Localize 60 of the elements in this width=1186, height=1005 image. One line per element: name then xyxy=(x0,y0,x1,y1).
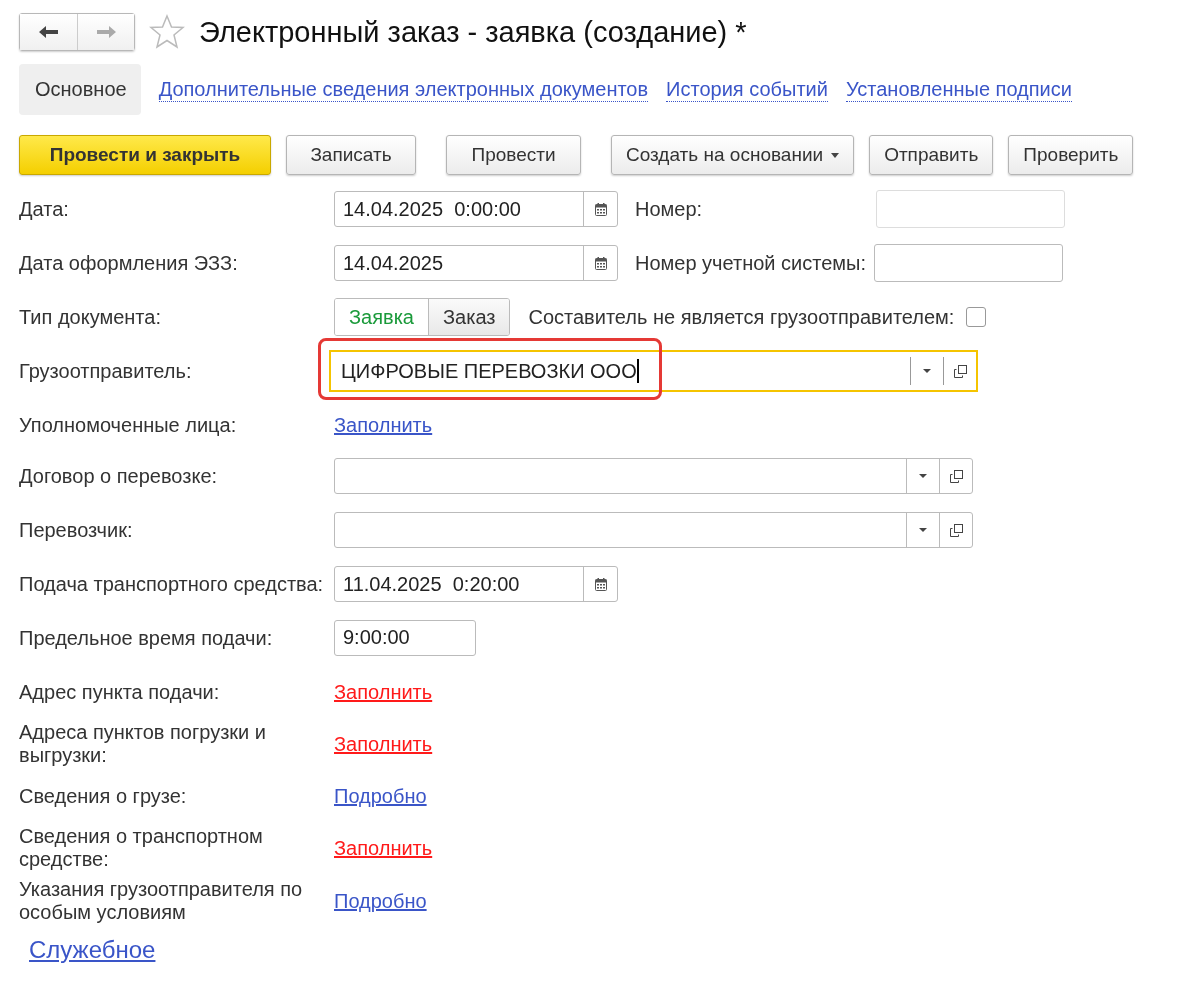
dropdown-caret-icon[interactable] xyxy=(919,474,927,478)
checkbox-label: Составитель не является грузоотправителем: xyxy=(528,305,955,329)
input-field[interactable] xyxy=(334,512,973,548)
text-cursor xyxy=(636,359,639,383)
toolbar-button[interactable]: Записать xyxy=(286,135,416,175)
field-label: Тип документа: xyxy=(19,305,162,329)
link[interactable]: Заполнить xyxy=(334,413,433,437)
input-field[interactable]: ЦИФРОВЫЕ ПЕРЕВОЗКИ ООО xyxy=(329,350,978,392)
open-window-icon[interactable] xyxy=(949,523,963,537)
link[interactable]: Служебное xyxy=(29,936,156,964)
tab[interactable]: История событий xyxy=(666,77,828,102)
dropdown-caret-icon[interactable] xyxy=(923,369,931,373)
link[interactable]: Заполнить xyxy=(334,680,433,704)
date-field[interactable]: 14.04.2025 xyxy=(334,245,618,281)
link[interactable]: Заполнить xyxy=(334,732,433,756)
field-label: Номер: xyxy=(635,197,704,221)
link[interactable]: Подробно xyxy=(334,784,427,808)
star-icon[interactable] xyxy=(149,14,185,50)
link[interactable]: Подробно xyxy=(334,889,427,913)
checkbox[interactable] xyxy=(966,307,987,327)
field-label: Сведения о транспортном средстве: xyxy=(19,825,264,871)
field-label: Адрес пункта подачи: xyxy=(19,680,221,704)
field-label: Указания грузоотправителя по особым условиям xyxy=(19,878,304,924)
window-title: Электронный заказ - заявка (создание) * xyxy=(199,15,747,49)
tab[interactable]: Основное xyxy=(19,64,141,115)
dropdown-caret-icon[interactable] xyxy=(919,528,927,532)
field-label: Дата оформления ЭЗЗ: xyxy=(19,251,239,275)
open-window-icon[interactable] xyxy=(953,364,967,378)
field-label: Подача транспортного средства: xyxy=(19,572,325,596)
forward-arrow-icon xyxy=(95,25,117,39)
toolbar-button[interactable]: Проверить xyxy=(1008,135,1134,175)
field-label: Перевозчик: xyxy=(19,518,134,542)
field-label: Номер учетной системы: xyxy=(635,251,867,275)
tab[interactable]: Установленные подписи xyxy=(845,77,1072,102)
toolbar-button[interactable]: Провести xyxy=(446,135,581,175)
input-field[interactable] xyxy=(334,458,973,494)
calendar-icon[interactable] xyxy=(594,202,607,216)
back-button[interactable] xyxy=(20,14,77,50)
field-label: Предельное время подачи: xyxy=(19,626,274,650)
caret-icon xyxy=(831,152,840,158)
number-field[interactable] xyxy=(874,244,1063,282)
back-arrow-icon xyxy=(37,25,60,39)
field-label: Уполномоченные лица: xyxy=(19,413,238,437)
field-label: Адреса пунктов погрузки и выгрузки: xyxy=(19,721,267,767)
toolbar-button[interactable]: Отправить xyxy=(869,135,994,175)
open-window-icon[interactable] xyxy=(949,469,963,483)
field-label: Дата: xyxy=(19,197,70,221)
field-label: Сведения о грузе: xyxy=(19,784,188,808)
toolbar-button[interactable]: Создать на основании xyxy=(611,135,855,175)
field-label: Грузоотправитель: xyxy=(19,359,193,383)
tab[interactable]: Дополнительные сведения электронных документов xyxy=(158,77,649,102)
calendar-icon[interactable] xyxy=(594,256,607,270)
calendar-icon[interactable] xyxy=(594,577,607,591)
time-field[interactable]: 9:00:00 xyxy=(334,620,476,656)
link[interactable]: Заполнить xyxy=(334,836,433,860)
switch-option[interactable]: Заказ xyxy=(428,299,510,335)
field-label: Договор о перевозке: xyxy=(19,464,219,488)
toolbar-button[interactable]: Провести и закрыть xyxy=(19,135,271,175)
date-field[interactable]: 14.04.2025 0:00:00 xyxy=(334,191,618,227)
date-field[interactable]: 11.04.2025 0:20:00 xyxy=(334,566,618,602)
